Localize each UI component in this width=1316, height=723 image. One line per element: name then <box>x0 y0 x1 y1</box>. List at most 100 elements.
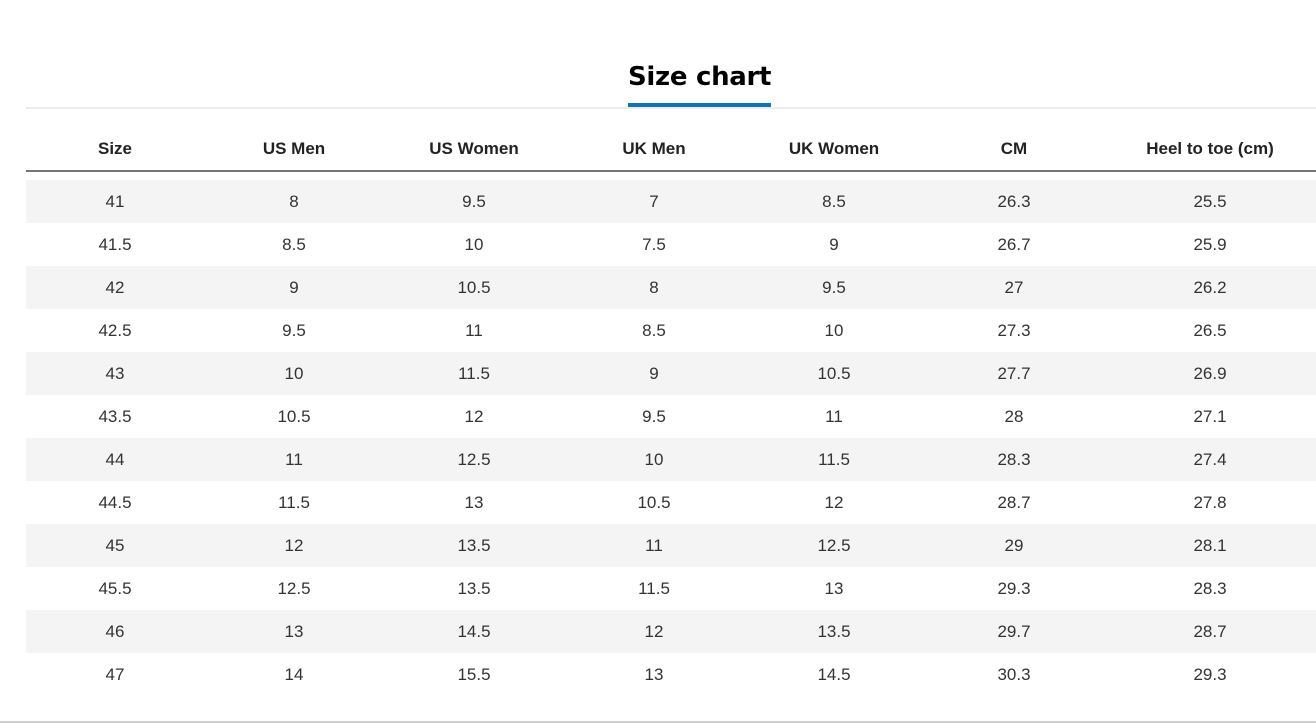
table-cell: 11 <box>564 524 744 567</box>
table-row: 47 14 15.5 13 14.5 30.3 29.3 <box>26 653 1316 696</box>
table-cell: 12 <box>204 524 384 567</box>
table-cell: 11 <box>204 438 384 481</box>
table-cell: 27.3 <box>924 309 1104 352</box>
table-cell: 10 <box>744 309 924 352</box>
table-cell: 11.5 <box>744 438 924 481</box>
table-cell: 26.7 <box>924 223 1104 266</box>
table-cell: 11.5 <box>384 352 564 395</box>
table-cell: 45 <box>26 524 204 567</box>
header-spacer <box>26 171 1316 180</box>
table-cell: 9.5 <box>564 395 744 438</box>
table-cell: 26.9 <box>1104 352 1316 395</box>
table-cell: 8.5 <box>744 180 924 223</box>
table-cell: 28.3 <box>924 438 1104 481</box>
table-cell: 10 <box>204 352 384 395</box>
table-cell: 13 <box>744 567 924 610</box>
table-row: 43.5 10.5 12 9.5 11 28 27.1 <box>26 395 1316 438</box>
table-cell: 28.1 <box>1104 524 1316 567</box>
table-row: 45 12 13.5 11 12.5 29 28.1 <box>26 524 1316 567</box>
table-cell: 43 <box>26 352 204 395</box>
table-cell: 27.1 <box>1104 395 1316 438</box>
title-bar: Size chart <box>26 56 1316 109</box>
table-cell: 14.5 <box>744 653 924 696</box>
table-header: Size US Men US Women UK Men UK Women CM Heel t… <box>26 128 1316 172</box>
spacer-cell <box>26 171 1316 180</box>
table-cell: 42.5 <box>26 309 204 352</box>
table-cell: 9.5 <box>204 309 384 352</box>
table-cell: 29.3 <box>1104 653 1316 696</box>
table-cell: 44 <box>26 438 204 481</box>
table-cell: 13 <box>564 653 744 696</box>
table-cell: 30.3 <box>924 653 1104 696</box>
table-cell: 9 <box>564 352 744 395</box>
table-cell: 13 <box>204 610 384 653</box>
table-cell: 9 <box>204 266 384 309</box>
table-cell: 29.3 <box>924 567 1104 610</box>
table-cell: 27.7 <box>924 352 1104 395</box>
table-cell: 44.5 <box>26 481 204 524</box>
table-row: 46 13 14.5 12 13.5 29.7 28.7 <box>26 610 1316 653</box>
column-header: CM <box>924 128 1104 172</box>
table-cell: 8.5 <box>564 309 744 352</box>
table-cell: 13.5 <box>384 567 564 610</box>
table-cell: 28.7 <box>1104 610 1316 653</box>
table-cell: 26.3 <box>924 180 1104 223</box>
table-cell: 28.7 <box>924 481 1104 524</box>
table-cell: 12.5 <box>384 438 564 481</box>
table-row: 42.5 9.5 11 8.5 10 27.3 26.5 <box>26 309 1316 352</box>
table-cell: 12.5 <box>744 524 924 567</box>
size-chart-title: Size chart <box>628 56 771 107</box>
table-cell: 10.5 <box>384 266 564 309</box>
table-cell: 46 <box>26 610 204 653</box>
table-cell: 41.5 <box>26 223 204 266</box>
table-cell: 7.5 <box>564 223 744 266</box>
table-cell: 9.5 <box>384 180 564 223</box>
table-cell: 8 <box>564 266 744 309</box>
table-cell: 10 <box>384 223 564 266</box>
table-cell: 13 <box>384 481 564 524</box>
table-row: 44.5 11.5 13 10.5 12 28.7 27.8 <box>26 481 1316 524</box>
table-cell: 25.9 <box>1104 223 1316 266</box>
table-body: 41 8 9.5 7 8.5 26.3 25.5 41.5 8.5 10 7.5 9 26.7 25.9 4… <box>26 171 1316 696</box>
table-cell: 47 <box>26 653 204 696</box>
table-cell: 45.5 <box>26 567 204 610</box>
table-cell: 10 <box>564 438 744 481</box>
column-header: Heel to toe (cm) <box>1104 128 1316 172</box>
table-row: 43 10 11.5 9 10.5 27.7 26.9 <box>26 352 1316 395</box>
table-cell: 42 <box>26 266 204 309</box>
table-cell: 43.5 <box>26 395 204 438</box>
table-cell: 9.5 <box>744 266 924 309</box>
table-cell: 10.5 <box>744 352 924 395</box>
table-cell: 7 <box>564 180 744 223</box>
table-row: 41 8 9.5 7 8.5 26.3 25.5 <box>26 180 1316 223</box>
table-cell: 13.5 <box>384 524 564 567</box>
table-row: 45.5 12.5 13.5 11.5 13 29.3 28.3 <box>26 567 1316 610</box>
table-cell: 14.5 <box>384 610 564 653</box>
table-cell: 11.5 <box>564 567 744 610</box>
table-cell: 9 <box>744 223 924 266</box>
table-cell: 13.5 <box>744 610 924 653</box>
table-cell: 11 <box>384 309 564 352</box>
table-row: 42 9 10.5 8 9.5 27 26.2 <box>26 266 1316 309</box>
table-cell: 27.8 <box>1104 481 1316 524</box>
column-header: US Women <box>384 128 564 172</box>
column-header: UK Men <box>564 128 744 172</box>
table-row: 41.5 8.5 10 7.5 9 26.7 25.9 <box>26 223 1316 266</box>
table-cell: 12.5 <box>204 567 384 610</box>
header-row: Size US Men US Women UK Men UK Women CM Heel t… <box>26 128 1316 172</box>
table-cell: 12 <box>744 481 924 524</box>
table-cell: 8.5 <box>204 223 384 266</box>
table-cell: 41 <box>26 180 204 223</box>
table-cell: 14 <box>204 653 384 696</box>
table-cell: 11.5 <box>204 481 384 524</box>
size-chart-page: Size chart Size US Men US Women UK Men UK Wo… <box>0 0 1316 723</box>
table-cell: 28.3 <box>1104 567 1316 610</box>
table-cell: 15.5 <box>384 653 564 696</box>
table-cell: 10.5 <box>204 395 384 438</box>
table-cell: 27.4 <box>1104 438 1316 481</box>
table-cell: 10.5 <box>564 481 744 524</box>
table-cell: 29.7 <box>924 610 1104 653</box>
table-cell: 28 <box>924 395 1104 438</box>
table-cell: 25.5 <box>1104 180 1316 223</box>
column-header: UK Women <box>744 128 924 172</box>
